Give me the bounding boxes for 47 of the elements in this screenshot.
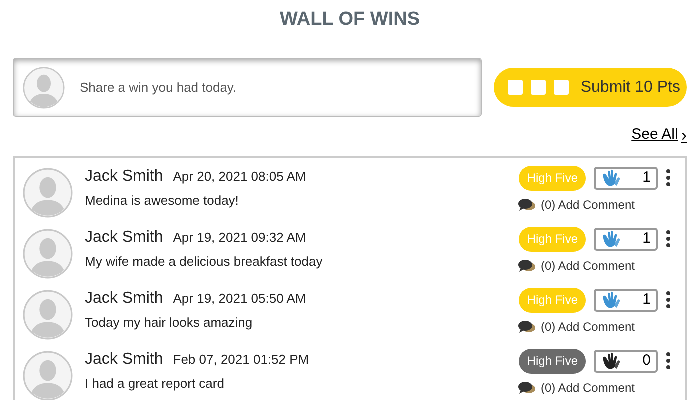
hands-icon (601, 291, 621, 309)
share-win-input[interactable]: Share a win you had today. (80, 78, 472, 98)
high-five-count: 0 (594, 350, 658, 372)
high-five-count: 1 (594, 166, 658, 190)
author-name: Jack Smith (85, 166, 164, 186)
more-options-icon[interactable] (666, 291, 671, 309)
more-options-icon[interactable] (666, 352, 671, 370)
checkbox[interactable] (554, 80, 569, 95)
checkbox[interactable] (508, 80, 523, 95)
checkbox[interactable] (530, 80, 546, 95)
hands-icon (601, 352, 621, 370)
speech-bubbles-icon (518, 320, 536, 334)
author-name: Jack Smith (85, 350, 164, 370)
high-five-count: 1 (594, 228, 658, 250)
add-comment-link[interactable]: (0) Add Comment (540, 318, 635, 336)
post-text: My wife made a delicious breakfast today (85, 252, 324, 271)
post-date: Apr 19, 2021 09:32 AM (173, 228, 306, 247)
post-text: Today my hair looks amazing (85, 314, 254, 332)
see-all-link[interactable]: See All › (632, 124, 687, 146)
add-comment-link[interactable]: (0) Add Comment (540, 378, 635, 396)
chevron-icon: › (681, 126, 687, 144)
more-options-icon[interactable] (666, 230, 671, 248)
post-date: Feb 07, 2021 01:52 PM (173, 350, 310, 368)
add-comment-link[interactable]: (0) Add Comment (540, 256, 635, 274)
avatar-icon (23, 168, 73, 218)
hands-icon (601, 230, 621, 248)
submit-button[interactable]: Submit 10 Pts (494, 68, 687, 107)
post-text: Medina is awesome today! (85, 192, 240, 210)
add-comment-link[interactable]: (0) Add Comment (540, 196, 635, 214)
post-text: I had a great report card (85, 374, 226, 393)
avatar-icon (23, 290, 73, 340)
page-title: WALL OF WINS (280, 8, 420, 32)
high-five-count: 1 (594, 288, 658, 312)
share-win-field[interactable]: Share a win you had today. (13, 58, 482, 117)
avatar-icon (23, 228, 73, 278)
speech-bubbles-icon (518, 198, 536, 212)
author-name: Jack Smith (85, 228, 164, 248)
post-date: Apr 20, 2021 08:05 AM (173, 168, 306, 186)
speech-bubbles-icon (518, 258, 536, 272)
avatar-icon (23, 66, 65, 108)
author-name: Jack Smith (85, 288, 164, 308)
speech-bubbles-icon (518, 380, 536, 394)
hands-icon (601, 169, 621, 187)
more-options-icon[interactable] (666, 169, 671, 187)
post-date: Apr 19, 2021 05:50 AM (173, 290, 306, 308)
high-five-button[interactable]: High Five (519, 348, 586, 374)
avatar-icon (23, 350, 73, 400)
